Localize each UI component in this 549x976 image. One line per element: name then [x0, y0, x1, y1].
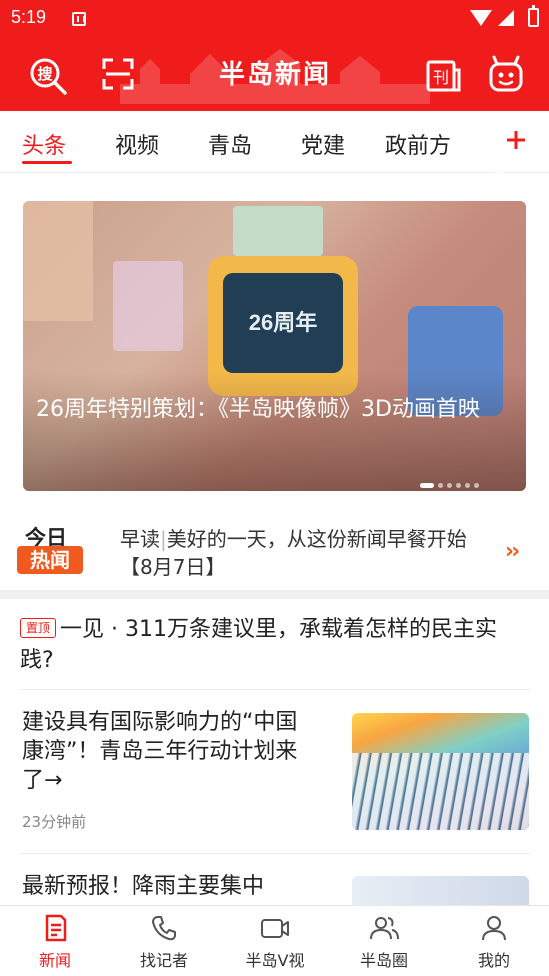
- nav-news-label: 新闻: [38, 951, 71, 970]
- phone-icon: [152, 916, 176, 941]
- status-time: 5:19: [11, 7, 47, 27]
- hot-news-text: 早读|美好的一天，从这份新闻早餐开始【8月7日】: [120, 525, 480, 581]
- chevron-right-icon[interactable]: ››: [505, 539, 520, 564]
- carousel-dot: [474, 483, 479, 488]
- tab-politics[interactable]: 政前方: [385, 128, 451, 160]
- nav-vvideo-label: 半岛V视: [245, 951, 305, 970]
- divider: [20, 853, 530, 854]
- tab-qingdao[interactable]: 青岛: [208, 128, 252, 160]
- nav-find-reporter[interactable]: 找记者: [114, 906, 214, 976]
- app-logo: 半岛新闻: [218, 60, 331, 90]
- nav-community[interactable]: 半岛圈: [334, 906, 434, 976]
- battery-icon: [528, 5, 539, 27]
- carousel-dot: [438, 483, 443, 488]
- mascot-icon[interactable]: [486, 54, 526, 94]
- profile-icon: [482, 916, 506, 941]
- divider: [20, 689, 530, 690]
- section-divider: [0, 590, 549, 599]
- search-glyph: 搜: [37, 65, 53, 83]
- banner-shade: [23, 371, 526, 491]
- banner-caption: 26周年特别策划：《半岛映像帧》3D动画首映: [36, 397, 480, 422]
- pinned-article[interactable]: 置顶 一见 · 311万条建议里，承载着怎样的民主实践?: [20, 614, 525, 676]
- top-bar: 5:19 搜 半岛新闻 刊: [0, 0, 549, 111]
- hot-badge-bottom: 热闻: [17, 546, 83, 574]
- tab-headlines[interactable]: 头条: [22, 128, 66, 160]
- wifi-icon: [470, 10, 492, 26]
- scan-icon[interactable]: [100, 56, 140, 96]
- news-icon: [45, 914, 67, 942]
- hot-news-separator: |: [160, 527, 167, 551]
- pinned-title: 一见 · 311万条建议里，承载着怎样的民主实践?: [20, 617, 497, 673]
- app-header: 搜 半岛新闻 刊: [0, 36, 549, 111]
- banner-decoration: [233, 206, 323, 256]
- carousel-dot: [465, 483, 470, 488]
- hot-news-prefix: 早读: [120, 527, 160, 551]
- carousel-indicator: [420, 475, 483, 488]
- hot-news-headline: 美好的一天，从这份新闻早餐开始【8月7日】: [120, 527, 467, 579]
- community-icon: [370, 917, 399, 940]
- article-thumbnail[interactable]: [352, 876, 529, 906]
- article-time: 23分钟前: [22, 813, 87, 831]
- newspaper-icon[interactable]: 刊: [424, 56, 464, 96]
- article-title[interactable]: 最新预报！降雨主要集中: [22, 872, 312, 901]
- tab-party-building[interactable]: 党建: [301, 128, 345, 160]
- article-thumbnail[interactable]: [352, 713, 529, 830]
- nav-vvideo[interactable]: 半岛V视: [225, 906, 325, 976]
- notification-icon: [72, 12, 86, 26]
- hot-news-ticker[interactable]: 今日 热闻 早读|美好的一天，从这份新闻早餐开始【8月7日】 ››: [0, 515, 549, 590]
- plus-icon[interactable]: [502, 126, 530, 154]
- nav-profile-label: 我的: [477, 951, 510, 970]
- tab-video[interactable]: 视频: [115, 128, 159, 160]
- article-title[interactable]: 建设具有国际影响力的“中国康湾”！青岛三年行动计划来了→: [22, 708, 302, 795]
- video-icon: [261, 919, 289, 938]
- thumbnail-image: [352, 753, 529, 830]
- channel-tabs: 头条 视频 青岛 党建 政前方: [0, 111, 549, 173]
- active-tab-indicator: [22, 161, 72, 164]
- carousel-dot: [456, 483, 461, 488]
- status-bar: 5:19: [0, 0, 549, 36]
- featured-banner[interactable]: 26周年 26周年特别策划：《半岛映像帧》3D动画首映: [23, 201, 526, 491]
- newspaper-glyph: 刊: [433, 68, 449, 87]
- search-icon[interactable]: 搜: [28, 56, 68, 96]
- carousel-dot: [447, 483, 452, 488]
- nav-find-reporter-label: 找记者: [139, 951, 188, 970]
- bottom-navigation: 新闻 找记者 半岛V视 半岛圈 我的: [0, 905, 549, 976]
- nav-news[interactable]: 新闻: [5, 906, 105, 976]
- signal-icon: [498, 10, 514, 26]
- tab-fade: [486, 111, 502, 173]
- banner-decoration: [23, 201, 93, 321]
- nav-profile[interactable]: 我的: [444, 906, 544, 976]
- banner-decoration: [113, 261, 183, 351]
- pinned-tag: 置顶: [20, 618, 57, 638]
- nav-community-label: 半岛圈: [359, 951, 408, 970]
- banner-tv-screen: 26周年: [223, 273, 343, 373]
- carousel-dot: [420, 483, 434, 488]
